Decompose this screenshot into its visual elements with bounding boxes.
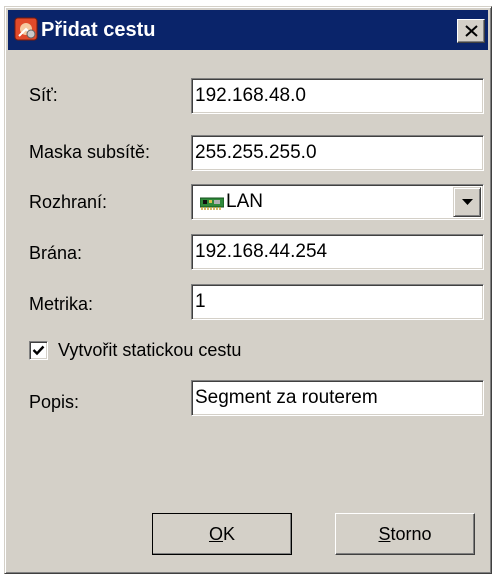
title-bar[interactable]: Přidat cestu (8, 10, 488, 50)
chevron-down-icon (462, 199, 473, 205)
network-field[interactable] (191, 78, 484, 114)
gateway-input[interactable] (195, 240, 465, 264)
cancel-mnemonic: S (378, 524, 391, 544)
mask-label: Maska subsítě: (29, 142, 151, 162)
network-label: Síť: (29, 85, 58, 105)
metric-field[interactable] (191, 284, 484, 320)
description-input[interactable] (195, 386, 465, 410)
close-icon (465, 25, 478, 37)
checkmark-icon (32, 345, 45, 356)
interface-value: LAN (226, 191, 263, 212)
close-button[interactable] (457, 19, 485, 43)
gateway-field[interactable] (191, 234, 484, 270)
static-route-checkbox[interactable] (29, 341, 48, 360)
interface-label: Rozhraní: (29, 192, 108, 212)
cancel-button[interactable]: Storno (335, 513, 475, 555)
metric-label: Metrika: (29, 294, 94, 314)
network-input[interactable] (195, 84, 465, 108)
route-app-icon (14, 17, 38, 41)
ok-label-rest: K (223, 524, 236, 544)
description-label: Popis: (29, 392, 80, 412)
mask-input[interactable] (195, 141, 465, 165)
dialog-title: Přidat cestu (41, 19, 156, 41)
network-card-icon (199, 197, 225, 216)
static-route-label: Vytvořit statickou cestu (58, 340, 242, 360)
gateway-label: Brána: (29, 243, 83, 263)
ok-mnemonic: O (208, 524, 223, 544)
cancel-label-rest: torno (390, 524, 432, 544)
add-route-dialog: Přidat cestu Síť: Maska subsítě: Rozhran… (4, 6, 492, 574)
metric-input[interactable] (195, 290, 465, 314)
description-field[interactable] (191, 380, 484, 416)
interface-dropdown-button[interactable] (453, 187, 481, 217)
interface-select[interactable]: LAN (191, 184, 484, 220)
ok-button[interactable]: OK (152, 513, 292, 555)
mask-field[interactable] (191, 135, 484, 171)
